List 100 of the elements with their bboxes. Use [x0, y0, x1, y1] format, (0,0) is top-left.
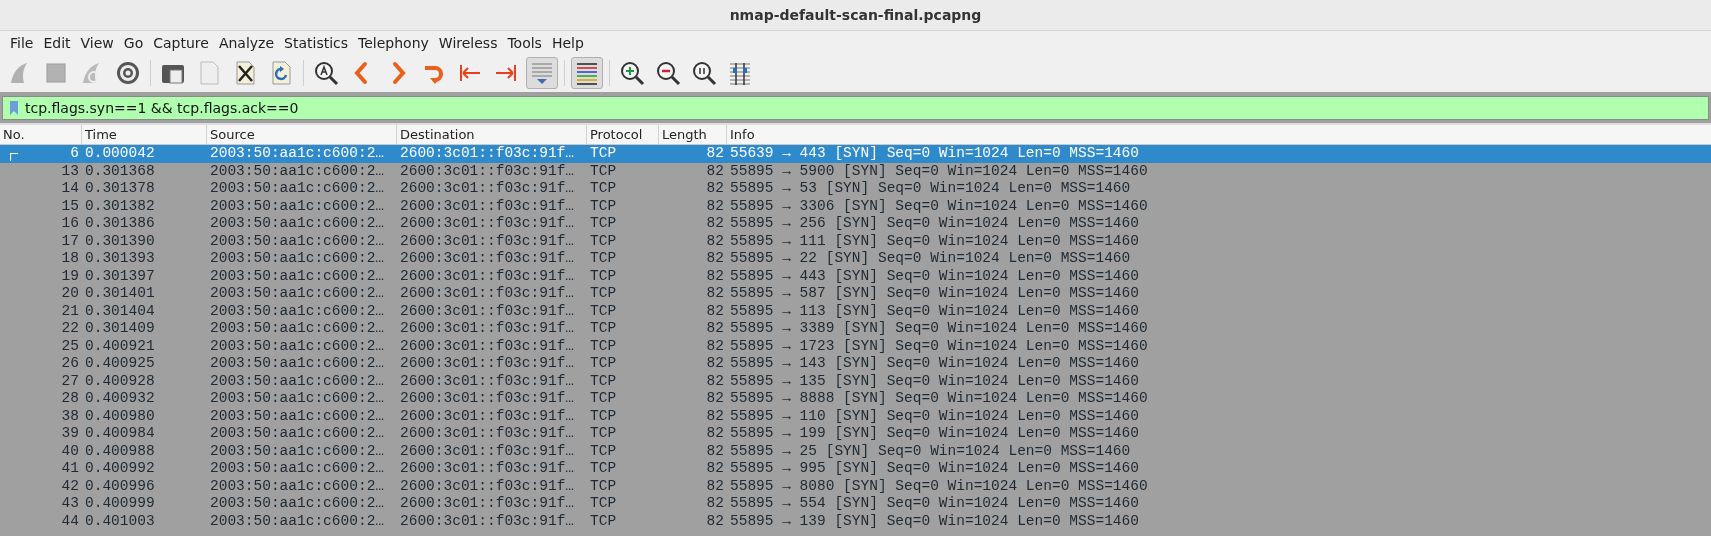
table-cell: 14 [61, 180, 79, 196]
colorize-icon [574, 60, 600, 86]
packet-row[interactable]: 6 0.000042 2003:50:aa1c:c600:2… 2600:3c01::f03c:91f… TCP 82 55639 → 443 [SYN] Seq=0 Win=1024 Len=0 MSS=1460 [0, 145, 1711, 163]
table-cell: 82 [706, 355, 724, 371]
table-cell: 0.400932 [85, 390, 155, 406]
table-cell: 20 [61, 285, 79, 301]
table-cell: 15 [61, 197, 79, 214]
packet-row[interactable]: 19 0.301397 2003:50:aa1c:c600:2… 2600:3c01::f03c:91f… TCP 82 55895 → 443 [SYN] Seq=0 Win=1024 Len=0 MSS=1460 [0, 267, 1711, 285]
table-cell: 0.400996 [85, 477, 155, 494]
packet-row[interactable]: 14 0.301378 2003:50:aa1c:c600:2… 2600:3c01::f03c:91f… TCP 82 55895 → 53 [SYN] Seq=0 Win=1024 Len=0 MSS=1460 [0, 180, 1711, 198]
table-cell: 55895 → 256 [SYN] Seq=0 Win=1024 Len=0 MSS=1460 [730, 215, 1139, 231]
table-cell: 55895 → 1723 [SYN] Seq=0 Win=1024 Len=0 MSS=1460 [730, 337, 1148, 354]
table-cell: 2003:50:aa1c:c600:2… [210, 442, 385, 459]
menu-item[interactable]: Edit [38, 34, 76, 51]
table-cell: 55895 → 25 [SYN] Seq=0 Win=1024 Len=0 MSS=1460 [730, 442, 1131, 459]
menu-item[interactable]: Help [546, 34, 589, 51]
column-header[interactable]: Destination [397, 125, 587, 144]
table-cell: 0.400980 [85, 407, 155, 424]
table-cell: 2003:50:aa1c:c600:2… [210, 390, 385, 406]
menu-item[interactable]: Wireless [433, 34, 503, 51]
table-cell: 82 [706, 390, 724, 406]
table-cell: 2600:3c01::f03c:91f… [400, 425, 575, 441]
table-cell: 82 [706, 337, 724, 354]
column-header[interactable]: Info [727, 125, 1711, 144]
table-cell: 55895 → 143 [SYN] Seq=0 Win=1024 Len=0 MSS=1460 [730, 355, 1139, 371]
table-cell: 55639 → 443 [SYN] Seq=0 Win=1024 Len=0 MSS=1460 [730, 145, 1139, 161]
packet-row[interactable]: 43 0.400999 2003:50:aa1c:c600:2… 2600:3c01::f03c:91f… TCP 82 55895 → 554 [SYN] Seq=0 Win=1024 Len=0 MSS=1460 [0, 495, 1711, 513]
packet-row[interactable]: 38 0.400980 2003:50:aa1c:c600:2… 2600:3c01::f03c:91f… TCP 82 55895 → 110 [SYN] Seq=0 Win=1024 Len=0 MSS=1460 [0, 407, 1711, 425]
column-header[interactable]: No. [0, 125, 82, 144]
menu-item[interactable]: Telephony [353, 34, 434, 51]
packet-row[interactable]: 17 0.301390 2003:50:aa1c:c600:2… 2600:3c01::f03c:91f… TCP 82 55895 → 111 [SYN] Seq=0 Win=1024 Len=0 MSS=1460 [0, 232, 1711, 250]
table-cell: 0.301382 [85, 197, 155, 214]
table-cell: 2600:3c01::f03c:91f… [400, 215, 575, 231]
table-cell: 26 [61, 355, 79, 371]
packet-row[interactable]: 21 0.301404 2003:50:aa1c:c600:2… 2600:3c01::f03c:91f… TCP 82 55895 → 113 [SYN] Seq=0 Win=1024 Len=0 MSS=1460 [0, 302, 1711, 320]
menu-item[interactable]: View [75, 34, 119, 51]
resize-columns-icon [727, 60, 753, 86]
table-cell: 28 [61, 390, 79, 406]
table-cell: 82 [706, 407, 724, 424]
column-header[interactable]: Length [659, 125, 727, 144]
table-cell: 82 [706, 460, 724, 476]
table-cell: 0.400999 [85, 495, 155, 511]
table-cell: 2003:50:aa1c:c600:2… [210, 197, 385, 214]
zoom-out-icon [655, 60, 681, 86]
menu-item[interactable]: Statistics [279, 34, 354, 51]
display-filter-field[interactable]: tcp.flags.syn==1 && tcp.flags.ack==0 [2, 96, 1709, 120]
packet-row[interactable]: 26 0.400925 2003:50:aa1c:c600:2… 2600:3c01::f03c:91f… TCP 82 55895 → 143 [SYN] Seq=0 Win=1024 Len=0 MSS=1460 [0, 355, 1711, 373]
table-cell: 25 [61, 337, 79, 354]
zoom-in-icon [619, 60, 645, 86]
table-cell: 55895 → 110 [SYN] Seq=0 Win=1024 Len=0 MSS=1460 [730, 407, 1139, 424]
packet-row[interactable]: 44 0.401003 2003:50:aa1c:c600:2… 2600:3c01::f03c:91f… TCP 82 55895 → 139 [SYN] Seq=0 Win=1024 Len=0 MSS=1460 [0, 512, 1711, 530]
menu-item[interactable]: Analyze [213, 34, 280, 51]
packet-row[interactable]: 13 0.301368 2003:50:aa1c:c600:2… 2600:3c01::f03c:91f… TCP 82 55895 → 5900 [SYN] Seq=0 Win=1024 Len=0 MSS=1460 [0, 162, 1711, 180]
colorize-button[interactable] [571, 57, 603, 89]
filter-field[interactable]: tcp.flags.syn==1 && tcp.flags.ack==0 [25, 100, 1708, 116]
table-cell: 82 [706, 145, 724, 161]
table-cell: 2003:50:aa1c:c600:2… [210, 250, 385, 266]
column-header[interactable]: Source [207, 125, 397, 144]
table-cell: 18 [61, 250, 79, 266]
packet-row[interactable]: 25 0.400921 2003:50:aa1c:c600:2… 2600:3c01::f03c:91f… TCP 82 55895 → 1723 [SYN] Seq=0 Win=1024 Len=0 MSS=1460 [0, 337, 1711, 355]
bookmark-icon[interactable] [7, 100, 21, 116]
table-cell: 55895 → 587 [SYN] Seq=0 Win=1024 Len=0 MSS=1460 [730, 285, 1139, 301]
packet-row[interactable]: 27 0.400928 2003:50:aa1c:c600:2… 2600:3c01::f03c:91f… TCP 82 55895 → 135 [SYN] Seq=0 Win=1024 Len=0 MSS=1460 [0, 372, 1711, 390]
column-header[interactable]: Time [82, 125, 207, 144]
table-cell: 2600:3c01::f03c:91f… [400, 302, 575, 319]
packet-row[interactable]: 40 0.400988 2003:50:aa1c:c600:2… 2600:3c01::f03c:91f… TCP 82 55895 → 25 [SYN] Seq=0 Win=1024 Len=0 MSS=1460 [0, 442, 1711, 460]
table-cell: 2003:50:aa1c:c600:2… [210, 215, 385, 231]
table-cell: 2600:3c01::f03c:91f… [400, 232, 575, 249]
packet-row[interactable]: 41 0.400992 2003:50:aa1c:c600:2… 2600:3c01::f03c:91f… TCP 82 55895 → 995 [SYN] Seq=0 Win=1024 Len=0 MSS=1460 [0, 460, 1711, 478]
column-header[interactable]: Protocol [587, 125, 659, 144]
table-cell: 2003:50:aa1c:c600:2… [210, 407, 385, 424]
table-cell: 82 [706, 512, 724, 529]
table-cell: 2003:50:aa1c:c600:2… [210, 162, 385, 179]
table-cell: 82 [706, 495, 724, 511]
packet-row[interactable]: 22 0.301409 2003:50:aa1c:c600:2… 2600:3c01::f03c:91f… TCP 82 55895 → 3389 [SYN] Seq=0 Win=1024 Len=0 MSS=1460 [0, 320, 1711, 338]
packet-row[interactable]: 39 0.400984 2003:50:aa1c:c600:2… 2600:3c01::f03c:91f… TCP 82 55895 → 199 [SYN] Seq=0 Win=1024 Len=0 MSS=1460 [0, 425, 1711, 443]
packet-row[interactable]: 28 0.400932 2003:50:aa1c:c600:2… 2600:3c01::f03c:91f… TCP 82 55895 → 8888 [SYN] Seq=0 Win=1024 Len=0 MSS=1460 [0, 390, 1711, 408]
menu-item[interactable]: Go [118, 34, 149, 51]
table-cell: 40 [61, 442, 79, 459]
table-cell: 55895 → 3306 [SYN] Seq=0 Win=1024 Len=0 MSS=1460 [730, 197, 1148, 214]
table-cell: 55895 → 8080 [SYN] Seq=0 Win=1024 Len=0 MSS=1460 [730, 477, 1148, 494]
packet-row[interactable]: 42 0.400996 2003:50:aa1c:c600:2… 2600:3c01::f03c:91f… TCP 82 55895 → 8080 [SYN] Seq=0 Win=1024 Len=0 MSS=1460 [0, 477, 1711, 495]
auto-scroll-button[interactable] [526, 57, 558, 89]
menu-item[interactable]: Tools [502, 34, 547, 51]
table-cell: 82 [706, 250, 724, 266]
table-cell: 55895 → 199 [SYN] Seq=0 Win=1024 Len=0 MSS=1460 [730, 425, 1139, 441]
menu-item[interactable]: Capture [148, 34, 214, 51]
table-cell: 82 [706, 197, 724, 214]
table-cell: 2003:50:aa1c:c600:2… [210, 337, 385, 354]
table-cell: 0.401003 [85, 512, 155, 529]
packet-row[interactable]: 20 0.301401 2003:50:aa1c:c600:2… 2600:3c01::f03c:91f… TCP 82 55895 → 587 [SYN] Seq=0 Win=1024 Len=0 MSS=1460 [0, 285, 1711, 303]
packet-row[interactable]: 18 0.301393 2003:50:aa1c:c600:2… 2600:3c01::f03c:91f… TCP 82 55895 → 22 [SYN] Seq=0 Win=1024 Len=0 MSS=1460 [0, 250, 1711, 268]
menu-item[interactable]: File [5, 34, 39, 51]
table-cell: TCP [590, 425, 617, 441]
table-cell: 0.301404 [85, 302, 155, 319]
table-cell: 19 [61, 267, 79, 284]
table-cell: TCP [590, 495, 617, 511]
packet-row[interactable]: 16 0.301386 2003:50:aa1c:c600:2… 2600:3c01::f03c:91f… TCP 82 55895 → 256 [SYN] Seq=0 Win=1024 Len=0 MSS=1460 [0, 215, 1711, 233]
packet-row[interactable]: 15 0.301382 2003:50:aa1c:c600:2… 2600:3c01::f03c:91f… TCP 82 55895 → 3306 [SYN] Seq=0 Win=1024 Len=0 MSS=1460 [0, 197, 1711, 215]
zoom-reset-icon [691, 60, 717, 86]
